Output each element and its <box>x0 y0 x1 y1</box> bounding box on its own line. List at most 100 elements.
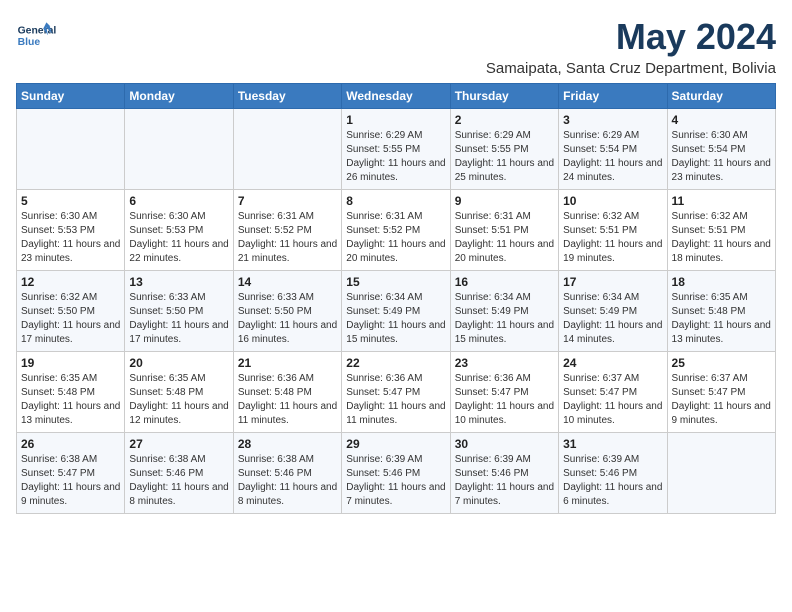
calendar-cell: 5 Sunrise: 6:30 AM Sunset: 5:53 PM Daylig… <box>17 190 125 271</box>
calendar-cell: 2Sunrise: 6:29 AM Sunset: 5:55 PM Daylig… <box>450 109 558 190</box>
day-number: 16 <box>455 275 554 289</box>
day-number: 9 <box>455 194 554 208</box>
calendar-cell: 18Sunrise: 6:35 AM Sunset: 5:48 PM Dayli… <box>667 271 775 352</box>
location-title: Samaipata, Santa Cruz Department, Bolivi… <box>486 60 776 77</box>
col-header-monday: Monday <box>125 84 233 109</box>
cell-info: Sunrise: 6:38 AM Sunset: 5:47 PM Dayligh… <box>21 453 120 509</box>
day-number: 23 <box>455 356 554 370</box>
cell-info: Sunrise: 6:30 AM Sunset: 5:53 PM Dayligh… <box>129 210 228 266</box>
cell-info: Sunrise: 6:29 AM Sunset: 5:55 PM Dayligh… <box>346 129 445 185</box>
calendar-cell: 3Sunrise: 6:29 AM Sunset: 5:54 PM Daylig… <box>559 109 667 190</box>
title-block: May 2024 Samaipata, Santa Cruz Departmen… <box>486 16 776 77</box>
cell-info: Sunrise: 6:39 AM Sunset: 5:46 PM Dayligh… <box>563 453 662 509</box>
cell-info: Sunrise: 6:34 AM Sunset: 5:49 PM Dayligh… <box>346 291 445 347</box>
day-number: 26 <box>21 437 120 451</box>
day-number: 5 <box>21 194 120 208</box>
day-number: 29 <box>346 437 445 451</box>
calendar-cell: 17 Sunrise: 6:34 AM Sunset: 5:49 PM Dayli… <box>559 271 667 352</box>
day-number: 17 <box>563 275 662 289</box>
cell-info: Sunrise: 6:35 AM Sunset: 5:48 PM Dayligh… <box>129 372 228 428</box>
day-number: 22 <box>346 356 445 370</box>
calendar-cell: 14 Sunrise: 6:33 AM Sunset: 5:50 PM Dayli… <box>233 271 341 352</box>
calendar-cell <box>17 109 125 190</box>
month-title: May 2024 <box>486 16 776 58</box>
logo: General Blue <box>16 16 56 56</box>
day-number: 21 <box>238 356 337 370</box>
calendar-cell: 29 Sunrise: 6:39 AM Sunset: 5:46 PM Dayli… <box>342 433 450 514</box>
col-header-wednesday: Wednesday <box>342 84 450 109</box>
cell-info: Sunrise: 6:37 AM Sunset: 5:47 PM Dayligh… <box>672 372 771 428</box>
calendar-cell: 6 Sunrise: 6:30 AM Sunset: 5:53 PM Daylig… <box>125 190 233 271</box>
cell-info: Sunrise: 6:32 AM Sunset: 5:51 PM Dayligh… <box>672 210 771 266</box>
day-number: 6 <box>129 194 228 208</box>
calendar-cell: 21Sunrise: 6:36 AM Sunset: 5:48 PM Dayli… <box>233 352 341 433</box>
col-header-saturday: Saturday <box>667 84 775 109</box>
calendar-header-row: SundayMondayTuesdayWednesdayThursdayFrid… <box>17 84 776 109</box>
day-number: 19 <box>21 356 120 370</box>
col-header-sunday: Sunday <box>17 84 125 109</box>
cell-info: Sunrise: 6:37 AM Sunset: 5:47 PM Dayligh… <box>563 372 662 428</box>
day-number: 11 <box>672 194 771 208</box>
svg-text:Blue: Blue <box>18 37 41 48</box>
day-number: 27 <box>129 437 228 451</box>
cell-info: Sunrise: 6:34 AM Sunset: 5:49 PM Dayligh… <box>455 291 554 347</box>
day-number: 7 <box>238 194 337 208</box>
cell-info: Sunrise: 6:32 AM Sunset: 5:51 PM Dayligh… <box>563 210 662 266</box>
cell-info: Sunrise: 6:38 AM Sunset: 5:46 PM Dayligh… <box>129 453 228 509</box>
day-number: 2 <box>455 113 554 127</box>
day-number: 13 <box>129 275 228 289</box>
calendar-cell: 27 Sunrise: 6:38 AM Sunset: 5:46 PM Dayli… <box>125 433 233 514</box>
day-number: 25 <box>672 356 771 370</box>
calendar-cell: 13 Sunrise: 6:33 AM Sunset: 5:50 PM Dayli… <box>125 271 233 352</box>
cell-info: Sunrise: 6:34 AM Sunset: 5:49 PM Dayligh… <box>563 291 662 347</box>
calendar-week-1: 5 Sunrise: 6:30 AM Sunset: 5:53 PM Daylig… <box>17 190 776 271</box>
calendar-cell <box>233 109 341 190</box>
day-number: 30 <box>455 437 554 451</box>
day-number: 10 <box>563 194 662 208</box>
calendar-week-2: 12 Sunrise: 6:32 AM Sunset: 5:50 PM Dayli… <box>17 271 776 352</box>
calendar-cell: 30Sunrise: 6:39 AM Sunset: 5:46 PM Dayli… <box>450 433 558 514</box>
day-number: 14 <box>238 275 337 289</box>
calendar-table: SundayMondayTuesdayWednesdayThursdayFrid… <box>16 83 776 514</box>
calendar-week-3: 19 Sunrise: 6:35 AM Sunset: 5:48 PM Dayli… <box>17 352 776 433</box>
day-number: 4 <box>672 113 771 127</box>
day-number: 1 <box>346 113 445 127</box>
cell-info: Sunrise: 6:36 AM Sunset: 5:47 PM Dayligh… <box>455 372 554 428</box>
calendar-cell <box>125 109 233 190</box>
calendar-cell: 8Sunrise: 6:31 AM Sunset: 5:52 PM Daylig… <box>342 190 450 271</box>
calendar-cell: 9 Sunrise: 6:31 AM Sunset: 5:51 PM Daylig… <box>450 190 558 271</box>
calendar-cell: 23 Sunrise: 6:36 AM Sunset: 5:47 PM Dayli… <box>450 352 558 433</box>
calendar-cell: 22 Sunrise: 6:36 AM Sunset: 5:47 PM Dayli… <box>342 352 450 433</box>
calendar-cell: 12 Sunrise: 6:32 AM Sunset: 5:50 PM Dayli… <box>17 271 125 352</box>
page-header: General Blue May 2024 Samaipata, Santa C… <box>16 16 776 77</box>
cell-info: Sunrise: 6:30 AM Sunset: 5:53 PM Dayligh… <box>21 210 120 266</box>
day-number: 12 <box>21 275 120 289</box>
day-number: 8 <box>346 194 445 208</box>
calendar-cell: 25 Sunrise: 6:37 AM Sunset: 5:47 PM Dayli… <box>667 352 775 433</box>
cell-info: Sunrise: 6:38 AM Sunset: 5:46 PM Dayligh… <box>238 453 337 509</box>
day-number: 24 <box>563 356 662 370</box>
calendar-week-4: 26 Sunrise: 6:38 AM Sunset: 5:47 PM Dayli… <box>17 433 776 514</box>
calendar-cell <box>667 433 775 514</box>
cell-info: Sunrise: 6:31 AM Sunset: 5:51 PM Dayligh… <box>455 210 554 266</box>
cell-info: Sunrise: 6:32 AM Sunset: 5:50 PM Dayligh… <box>21 291 120 347</box>
calendar-cell: 19Sunrise: 6:35 AM Sunset: 5:48 PM Dayli… <box>17 352 125 433</box>
cell-info: Sunrise: 6:31 AM Sunset: 5:52 PM Dayligh… <box>238 210 337 266</box>
col-header-thursday: Thursday <box>450 84 558 109</box>
cell-info: Sunrise: 6:33 AM Sunset: 5:50 PM Dayligh… <box>129 291 228 347</box>
day-number: 20 <box>129 356 228 370</box>
calendar-cell: 4 Sunrise: 6:30 AM Sunset: 5:54 PM Daylig… <box>667 109 775 190</box>
cell-info: Sunrise: 6:33 AM Sunset: 5:50 PM Dayligh… <box>238 291 337 347</box>
calendar-cell: 31Sunrise: 6:39 AM Sunset: 5:46 PM Dayli… <box>559 433 667 514</box>
logo-icon: General Blue <box>16 16 56 56</box>
col-header-tuesday: Tuesday <box>233 84 341 109</box>
calendar-cell: 26 Sunrise: 6:38 AM Sunset: 5:47 PM Dayli… <box>17 433 125 514</box>
cell-info: Sunrise: 6:36 AM Sunset: 5:47 PM Dayligh… <box>346 372 445 428</box>
calendar-cell: 7 Sunrise: 6:31 AM Sunset: 5:52 PM Daylig… <box>233 190 341 271</box>
calendar-cell: 11 Sunrise: 6:32 AM Sunset: 5:51 PM Dayli… <box>667 190 775 271</box>
calendar-cell: 20 Sunrise: 6:35 AM Sunset: 5:48 PM Dayli… <box>125 352 233 433</box>
calendar-week-0: 1 Sunrise: 6:29 AM Sunset: 5:55 PM Daylig… <box>17 109 776 190</box>
cell-info: Sunrise: 6:30 AM Sunset: 5:54 PM Dayligh… <box>672 129 771 185</box>
cell-info: Sunrise: 6:39 AM Sunset: 5:46 PM Dayligh… <box>346 453 445 509</box>
cell-info: Sunrise: 6:35 AM Sunset: 5:48 PM Dayligh… <box>672 291 771 347</box>
